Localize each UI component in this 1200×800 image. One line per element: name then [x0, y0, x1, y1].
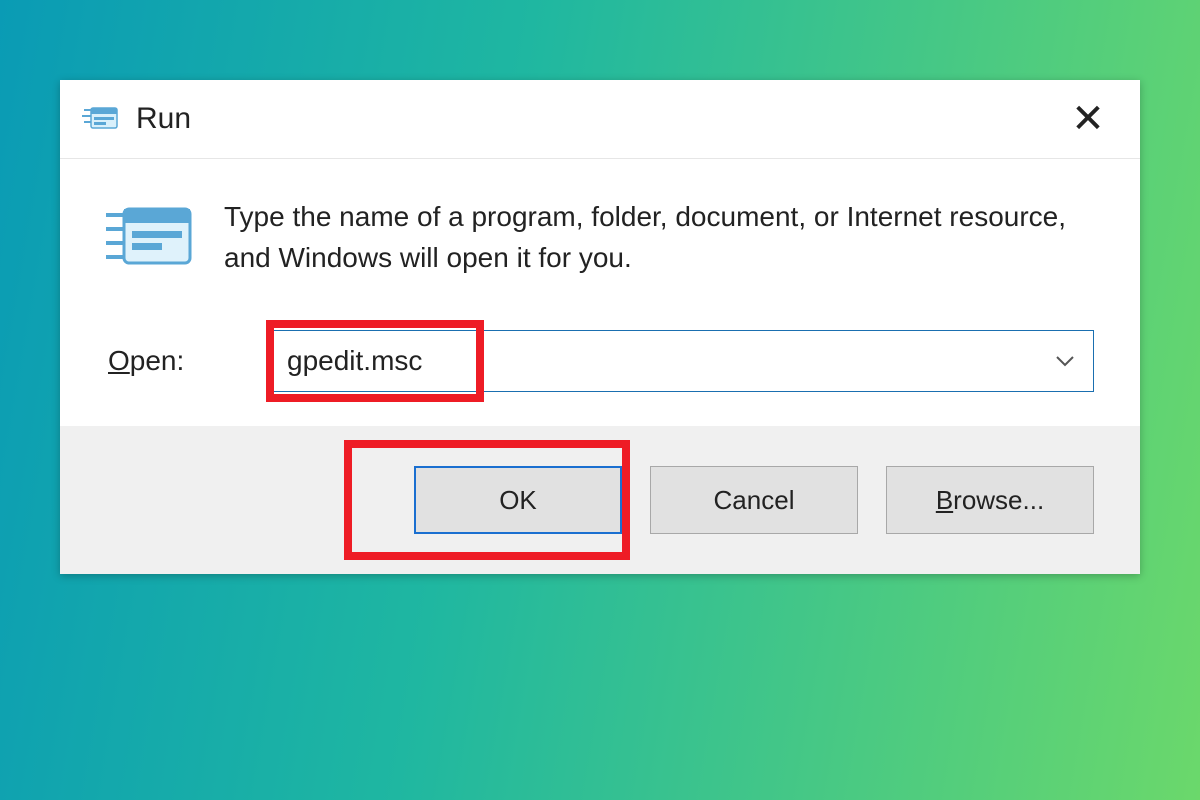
window-title: Run [136, 102, 191, 136]
close-button[interactable]: ✕ [1058, 80, 1118, 158]
titlebar: Run ✕ [60, 80, 1140, 159]
open-label: Open: [108, 345, 238, 377]
dialog-body: Type the name of a program, folder, docu… [60, 159, 1140, 426]
description-text: Type the name of a program, folder, docu… [224, 195, 1094, 278]
run-dialog: Run ✕ Type the name of a program, folder… [60, 80, 1140, 574]
chevron-down-icon[interactable] [1055, 331, 1075, 391]
close-icon: ✕ [1071, 96, 1105, 142]
dialog-footer: OK Cancel Browse... [60, 426, 1140, 574]
run-icon-large [106, 201, 198, 275]
open-combobox[interactable]: gpedit.msc [268, 330, 1094, 392]
open-value: gpedit.msc [287, 345, 422, 377]
ok-button[interactable]: OK [414, 466, 622, 534]
cancel-button[interactable]: Cancel [650, 466, 858, 534]
browse-button[interactable]: Browse... [886, 466, 1094, 534]
run-icon-small [86, 104, 122, 134]
